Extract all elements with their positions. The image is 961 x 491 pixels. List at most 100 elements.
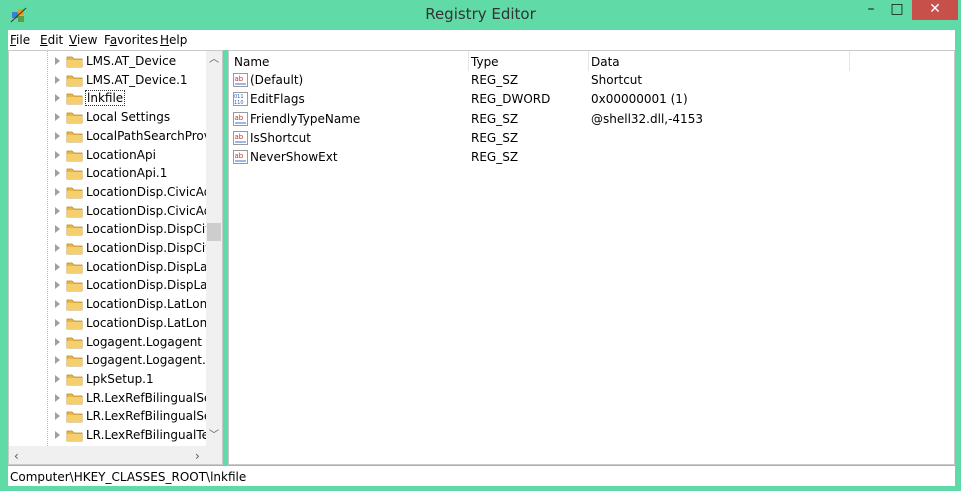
folder-icon (66, 280, 83, 292)
menu-bar: File Edit View Favorites Help (8, 30, 955, 50)
status-bar: Computer\HKEY_CLASSES_ROOT\lnkfile (8, 466, 955, 486)
folder-icon (66, 318, 83, 330)
column-divider[interactable] (468, 51, 469, 71)
current-key-path: Computer\HKEY_CLASSES_ROOT\lnkfile (10, 470, 247, 484)
expand-arrow-icon[interactable] (55, 281, 60, 290)
folder-icon (66, 93, 83, 105)
tree-item-label: Local Settings (86, 110, 171, 125)
expand-arrow-icon[interactable] (55, 393, 60, 402)
registry-tree-pane[interactable]: LMS.AT_Device LMS.AT_Device.1 lnkfile Local… (8, 50, 223, 465)
svg-text:ab: ab (235, 133, 244, 141)
expand-arrow-icon[interactable] (55, 374, 60, 383)
tree-item-label: LocationApi.1 (86, 166, 168, 181)
tree-item[interactable]: LocalPathSearchProvide (9, 127, 207, 146)
tree-item[interactable]: LocationDisp.DispLatLo (9, 276, 207, 295)
menu-item[interactable]: View (69, 33, 97, 47)
expand-arrow-icon[interactable] (55, 131, 60, 140)
expand-arrow-icon[interactable] (55, 94, 60, 103)
registry-value-row[interactable]: ab FriendlyTypeName REG_SZ @shell32.dll,-41… (229, 110, 954, 129)
tree-item-label: LocationApi (86, 147, 156, 162)
column-header-name[interactable]: Name (234, 55, 269, 69)
expand-arrow-icon[interactable] (55, 113, 60, 122)
tree-item[interactable]: LR.LexRefBilingualTextC (9, 426, 207, 445)
maximize-button[interactable]: □ (884, 0, 910, 20)
expand-arrow-icon[interactable] (55, 356, 60, 365)
expand-arrow-icon[interactable] (55, 412, 60, 421)
expand-arrow-icon[interactable] (55, 262, 60, 271)
title-bar[interactable]: Registry Editor – □ ✕ (0, 0, 961, 30)
tree-item[interactable]: LocationDisp.DispLatLo (9, 258, 207, 277)
tree-item-label: LR.LexRefBilingualServi (86, 390, 207, 405)
folder-icon (66, 393, 83, 404)
expand-arrow-icon[interactable] (55, 169, 60, 178)
menu-item[interactable]: Edit (40, 33, 63, 47)
expand-arrow-icon[interactable] (55, 150, 60, 159)
tree-item[interactable]: LocationDisp.DispCivicA (9, 220, 207, 239)
tree-item[interactable]: LR.LexRefBilingualServi (9, 407, 207, 426)
tree-item[interactable]: Local Settings (9, 108, 207, 127)
expand-arrow-icon[interactable] (55, 225, 60, 234)
registry-value-row[interactable]: ab (Default) REG_SZ Shortcut (229, 71, 954, 90)
expand-arrow-icon[interactable] (55, 187, 60, 196)
column-divider[interactable] (849, 51, 850, 71)
folder-icon (66, 187, 83, 199)
string-value-icon: ab (233, 150, 248, 165)
expand-arrow-icon[interactable] (55, 300, 60, 309)
scroll-down-icon[interactable]: ﹀ (209, 431, 219, 441)
registry-value-row[interactable]: ab NeverShowExt REG_SZ (229, 148, 954, 167)
folder-icon (66, 224, 83, 236)
svg-text:ab: ab (235, 114, 244, 122)
tree-item[interactable]: LpkSetup.1 (9, 370, 207, 389)
column-divider[interactable] (588, 51, 589, 71)
column-header-data[interactable]: Data (591, 55, 620, 69)
values-list-pane[interactable]: Name Type Data ab (Default) REG_SZ Shortcut… (228, 50, 955, 465)
tree-item-label: LR.LexRefBilingualServi (86, 409, 207, 424)
folder-icon (66, 131, 83, 143)
tree-item-label: LocationDisp.DispCivicA (86, 241, 207, 255)
value-data: Shortcut (591, 73, 643, 87)
tree-item[interactable]: LR.LexRefBilingualServi (9, 389, 207, 408)
value-type: REG_SZ (471, 150, 519, 165)
menu-item[interactable]: File (10, 33, 30, 47)
tree-item[interactable]: LocationDisp.CivicAddr (9, 202, 207, 221)
menu-item[interactable]: Help (160, 33, 187, 47)
expand-arrow-icon[interactable] (55, 206, 60, 215)
expand-arrow-icon[interactable] (55, 75, 60, 84)
minimize-button[interactable]: – (858, 0, 884, 20)
close-button[interactable]: ✕ (912, 0, 958, 20)
expand-arrow-icon[interactable] (55, 337, 60, 346)
value-name: FriendlyTypeName (250, 111, 361, 126)
tree-item[interactable]: Logagent.Logagent (9, 333, 207, 352)
registry-value-row[interactable]: ab IsShortcut REG_SZ (229, 129, 954, 148)
scroll-right-icon[interactable]: › (195, 449, 200, 463)
scroll-up-icon[interactable]: ︿ (209, 55, 219, 65)
tree-item[interactable]: LocationApi (9, 146, 207, 165)
tree-item[interactable]: LocationDisp.CivicAddr (9, 183, 207, 202)
tree-scroll-thumb[interactable] (207, 223, 221, 241)
tree-item[interactable]: LMS.AT_Device.1 (9, 71, 207, 90)
tree-item[interactable]: LocationDisp.LatLongR (9, 314, 207, 333)
string-value-icon: ab (233, 111, 248, 126)
tree-horizontal-scrollbar[interactable]: ‹ › (9, 446, 222, 464)
tree-item[interactable]: LocationDisp.DispCivicA (9, 239, 207, 258)
value-name: IsShortcut (250, 130, 311, 145)
expand-arrow-icon[interactable] (55, 244, 60, 252)
expand-arrow-icon[interactable] (55, 57, 60, 65)
column-header-type[interactable]: Type (471, 55, 499, 69)
tree-item[interactable]: LMS.AT_Device (9, 52, 207, 71)
folder-icon (66, 411, 83, 423)
tree-item[interactable]: LocationDisp.LatLongR (9, 295, 207, 314)
value-type: REG_SZ (471, 130, 519, 145)
tree-vertical-scrollbar[interactable]: ︿ ﹀ (206, 51, 222, 446)
tree-item[interactable]: LocationApi.1 (9, 164, 207, 183)
menu-item[interactable]: Favorites (104, 33, 158, 47)
tree-item[interactable]: Logagent.Logagent.1 (9, 351, 207, 370)
scroll-left-icon[interactable]: ‹ (14, 449, 19, 463)
tree-view[interactable]: LMS.AT_Device LMS.AT_Device.1 lnkfile Local… (9, 51, 207, 446)
folder-icon (66, 262, 83, 274)
tree-item[interactable]: lnkfile (9, 89, 207, 108)
value-name: NeverShowExt (250, 150, 338, 165)
expand-arrow-icon[interactable] (55, 431, 60, 439)
expand-arrow-icon[interactable] (55, 318, 60, 327)
registry-value-row[interactable]: 011 110 EditFlags REG_DWORD 0x00000001 (1) (229, 90, 954, 109)
